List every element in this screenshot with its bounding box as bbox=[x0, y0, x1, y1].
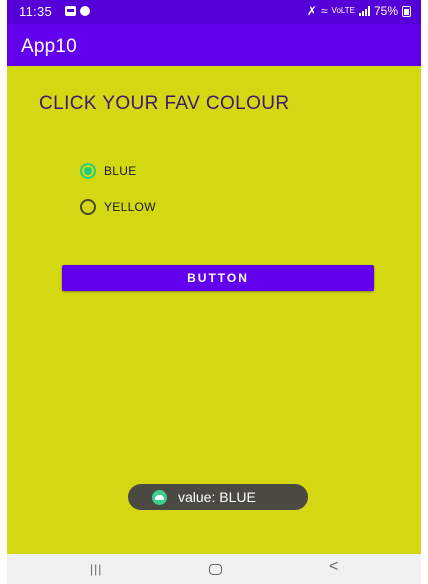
app-title: App10 bbox=[21, 36, 77, 57]
main-content: CLICK YOUR FAV COLOUR BLUE YELLOW BUTTON… bbox=[7, 66, 421, 554]
radio-unchecked-icon[interactable] bbox=[80, 199, 96, 215]
radio-label-blue: BLUE bbox=[104, 164, 137, 178]
radio-checked-icon[interactable] bbox=[80, 163, 96, 179]
app-bar: App10 bbox=[7, 24, 421, 66]
signal-icon bbox=[358, 6, 370, 16]
status-system-icons: ✗ ≈ VoLTE 75% bbox=[307, 4, 411, 18]
home-icon[interactable] bbox=[209, 564, 222, 575]
page-heading: CLICK YOUR FAV COLOUR bbox=[39, 93, 290, 114]
radio-option-yellow[interactable]: YELLOW bbox=[80, 197, 156, 217]
battery-icon bbox=[402, 5, 411, 17]
gallery-icon bbox=[65, 6, 76, 16]
device-frame: 11:35 ✗ ≈ VoLTE 75% App10 CLICK YOUR FAV… bbox=[0, 0, 428, 584]
status-time: 11:35 bbox=[19, 4, 53, 19]
battery-percent: 75% bbox=[373, 4, 398, 18]
radio-option-blue[interactable]: BLUE bbox=[80, 161, 156, 181]
navigation-bar: ||| < bbox=[7, 554, 421, 584]
mute-icon: ✗ bbox=[306, 4, 317, 18]
submit-button[interactable]: BUTTON bbox=[62, 265, 374, 291]
radio-label-yellow: YELLOW bbox=[104, 200, 156, 214]
toast-message: value: BLUE bbox=[128, 484, 308, 510]
status-notification-icons bbox=[65, 6, 90, 16]
recents-icon[interactable]: ||| bbox=[90, 562, 102, 576]
wifi-icon: ≈ bbox=[320, 4, 328, 18]
signal-text: VoLTE bbox=[331, 6, 355, 15]
colour-radio-group: BLUE YELLOW bbox=[80, 161, 156, 233]
toast-text: value: BLUE bbox=[178, 489, 256, 505]
status-bar: 11:35 ✗ ≈ VoLTE 75% bbox=[7, 0, 421, 24]
back-icon[interactable]: < bbox=[329, 558, 338, 576]
notification-icon bbox=[80, 6, 90, 16]
toast-app-icon bbox=[152, 489, 167, 505]
phone-screen: 11:35 ✗ ≈ VoLTE 75% App10 CLICK YOUR FAV… bbox=[7, 0, 421, 584]
